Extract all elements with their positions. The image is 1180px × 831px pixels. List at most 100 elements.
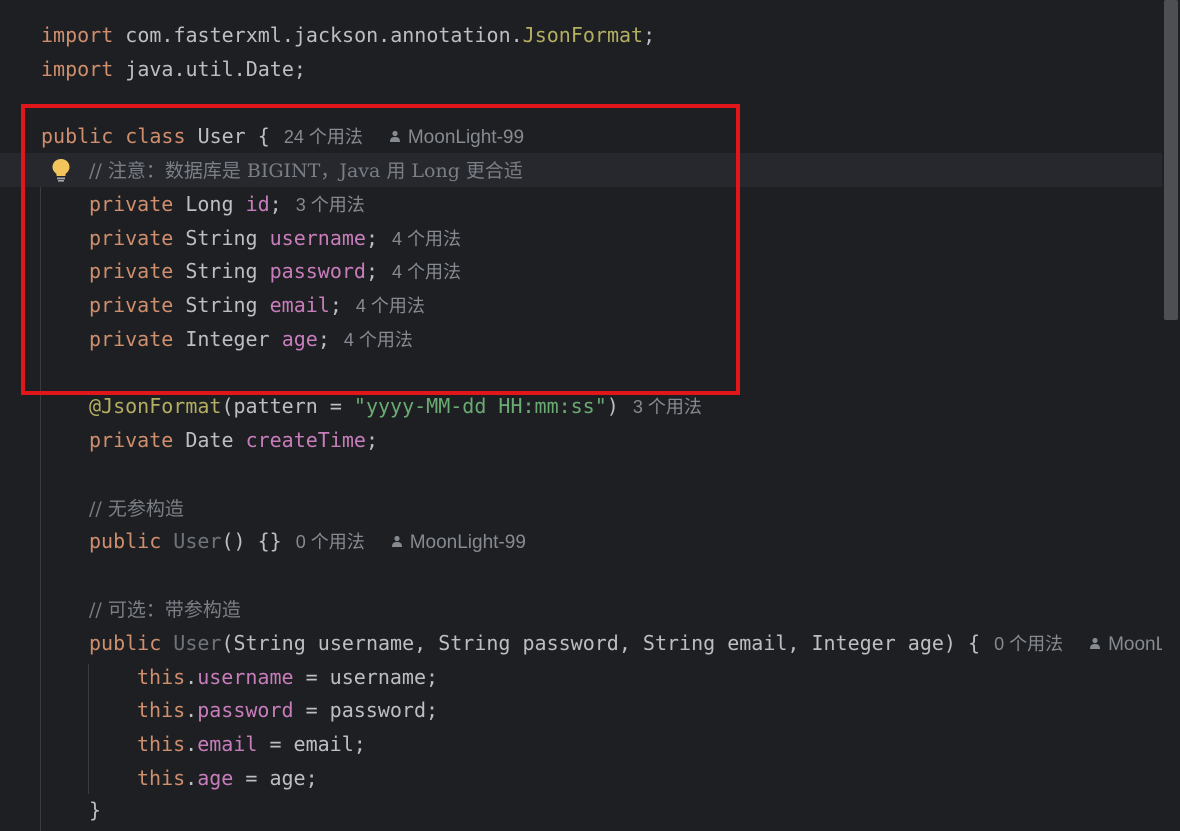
code-line-19[interactable]: this.username = username; bbox=[0, 660, 1162, 694]
keyword: this bbox=[137, 732, 186, 756]
keyword: private bbox=[89, 226, 174, 250]
field-name: id bbox=[245, 192, 270, 216]
field-name: password bbox=[197, 698, 294, 722]
keyword: private bbox=[89, 192, 174, 216]
field-name: age bbox=[197, 766, 234, 790]
field-name: email bbox=[197, 732, 258, 756]
usage-hint[interactable]: 3 个用法 bbox=[633, 397, 702, 417]
type-name: String bbox=[185, 226, 258, 250]
lightbulb-icon[interactable] bbox=[50, 158, 72, 182]
class-ref: JsonFormat bbox=[522, 23, 644, 47]
usage-hint[interactable]: 3 个用法 bbox=[296, 195, 365, 215]
field-name: username bbox=[269, 226, 366, 250]
keyword: import bbox=[41, 23, 114, 47]
keyword: private bbox=[89, 293, 174, 317]
semicolon: ; bbox=[365, 259, 379, 283]
code-line-23[interactable]: } bbox=[0, 793, 1162, 827]
comment: // 注意：数据库是 BIGINT，Java 用 Long 更合适 bbox=[89, 153, 523, 188]
constructor-name: User bbox=[173, 529, 222, 553]
constructor-params: (String username, String password, Strin… bbox=[221, 631, 981, 655]
code-line-3[interactable]: public class User {24 个用法 MoonLight-99 bbox=[0, 119, 1162, 153]
keyword: public bbox=[89, 529, 162, 553]
field-name: username bbox=[197, 665, 294, 689]
field-name: createTime bbox=[245, 428, 366, 452]
code-line-18[interactable]: public User(String username, String pass… bbox=[0, 626, 1170, 660]
usage-hint[interactable]: 0 个用法 bbox=[296, 532, 365, 552]
annotation-param: (pattern = bbox=[221, 394, 354, 418]
class-name: User bbox=[197, 124, 246, 148]
code-line-6[interactable]: private String username; 4 个用法 bbox=[0, 221, 1162, 255]
semicolon: ; bbox=[317, 327, 330, 351]
dot: . bbox=[185, 665, 198, 689]
dot: . bbox=[185, 766, 198, 790]
code-editor[interactable]: import com.fasterxml.jackson.annotation.… bbox=[0, 0, 1180, 831]
assignment: = email; bbox=[257, 732, 366, 756]
usage-hint[interactable]: 4 个用法 bbox=[392, 262, 461, 282]
field-name: age bbox=[281, 327, 318, 351]
assignment: = username; bbox=[293, 665, 439, 689]
usage-hint[interactable]: 4 个用法 bbox=[344, 330, 413, 350]
dot: . bbox=[185, 698, 198, 722]
comment-text: // 无参构造 bbox=[89, 498, 184, 520]
constructor-body: () {} bbox=[221, 529, 282, 553]
usage-hint[interactable]: 4 个用法 bbox=[356, 296, 425, 316]
code-line-12[interactable]: private Date createTime; bbox=[0, 423, 1162, 457]
author-hint[interactable]: MoonLight-99 bbox=[389, 127, 524, 148]
assignment: = age; bbox=[233, 766, 318, 790]
type-name: String bbox=[185, 293, 258, 317]
brace: { bbox=[257, 124, 270, 148]
type-name: String bbox=[185, 259, 258, 283]
annotation: @JsonFormat bbox=[89, 394, 222, 418]
code-line-1[interactable]: import com.fasterxml.jackson.annotation.… bbox=[0, 18, 1162, 52]
usage-hint[interactable]: 0 个用法 bbox=[994, 634, 1063, 654]
usage-hint[interactable]: 4 个用法 bbox=[392, 229, 461, 249]
keyword: public bbox=[89, 631, 162, 655]
code-line-7[interactable]: private String password; 4 个用法 bbox=[0, 254, 1162, 288]
code-line-8[interactable]: private String email; 4 个用法 bbox=[0, 288, 1162, 322]
keyword: this bbox=[137, 698, 186, 722]
vertical-scrollbar[interactable] bbox=[1162, 0, 1180, 831]
package-path: java.util.Date; bbox=[113, 57, 306, 81]
constructor-name: User bbox=[173, 631, 222, 655]
code-line-22[interactable]: this.age = age; bbox=[0, 761, 1162, 795]
scrollbar-thumb[interactable] bbox=[1164, 0, 1178, 320]
string-literal: "yyyy-MM-dd HH:mm:ss" bbox=[353, 394, 607, 418]
field-name: email bbox=[269, 293, 330, 317]
keyword: private bbox=[89, 259, 174, 283]
dot: . bbox=[185, 732, 198, 756]
keyword: public bbox=[41, 124, 114, 148]
code-line-20[interactable]: this.password = password; bbox=[0, 693, 1162, 727]
code-line-9[interactable]: private Integer age; 4 个用法 bbox=[0, 322, 1162, 356]
keyword: this bbox=[137, 665, 186, 689]
person-icon bbox=[1090, 637, 1101, 649]
type-name: Integer bbox=[185, 327, 270, 351]
keyword: this bbox=[137, 766, 186, 790]
code-line-21[interactable]: this.email = email; bbox=[0, 727, 1162, 761]
semicolon: ; bbox=[365, 226, 379, 250]
person-icon bbox=[391, 535, 402, 547]
code-line-4[interactable]: // 注意：数据库是 BIGINT，Java 用 Long 更合适 bbox=[0, 153, 1162, 187]
comment-text: // 可选：带参构造 bbox=[89, 599, 241, 621]
code-line-2[interactable]: import java.util.Date; bbox=[0, 52, 1162, 86]
package-path: com.fasterxml.jackson.annotation. bbox=[113, 23, 523, 47]
paren: ) bbox=[606, 394, 619, 418]
code-line-14[interactable]: // 无参构造 bbox=[0, 491, 1162, 525]
keyword: class bbox=[125, 124, 186, 148]
author-hint[interactable]: MoonLight-99 bbox=[391, 532, 526, 553]
author-name: MoonLight-99 bbox=[407, 127, 525, 148]
type-name: Long bbox=[185, 192, 234, 216]
keyword: import bbox=[41, 57, 114, 81]
semicolon: ; bbox=[643, 23, 656, 47]
author-hint[interactable]: MoonLi bbox=[1089, 634, 1170, 655]
code-line-11[interactable]: @JsonFormat(pattern = "yyyy-MM-dd HH:mm:… bbox=[0, 389, 1162, 423]
keyword: private bbox=[89, 327, 174, 351]
field-name: password bbox=[269, 259, 366, 283]
semicolon: ; bbox=[329, 293, 342, 317]
code-line-5[interactable]: private Long id; 3 个用法 bbox=[0, 187, 1162, 221]
semicolon: ; bbox=[269, 192, 282, 216]
code-line-15[interactable]: public User() {} 0 个用法 MoonLight-99 bbox=[0, 524, 1162, 558]
person-icon bbox=[389, 130, 400, 142]
code-line-17[interactable]: // 可选：带参构造 bbox=[0, 592, 1162, 626]
assignment: = password; bbox=[293, 698, 439, 722]
usage-hint[interactable]: 24 个用法 bbox=[284, 127, 363, 147]
